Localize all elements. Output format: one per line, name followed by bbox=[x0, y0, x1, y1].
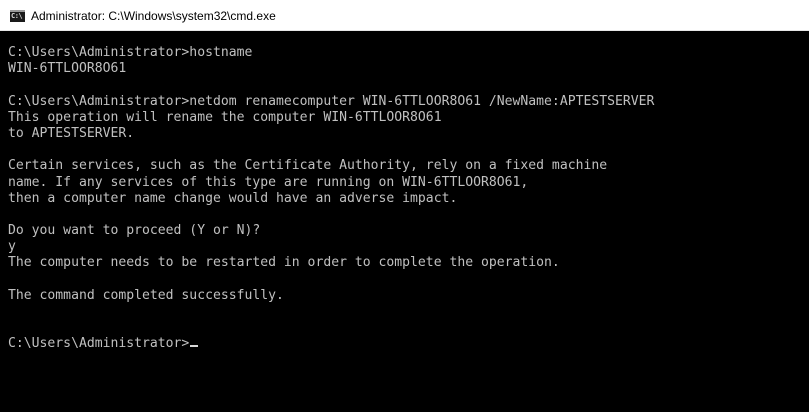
console-line: C:\Users\Administrator>netdom renamecomp… bbox=[8, 93, 655, 109]
console-line: The computer needs to be restarted in or… bbox=[8, 255, 560, 271]
cmd-icon[interactable]: C:\ bbox=[10, 10, 25, 22]
window-title: Administrator: C:\Windows\system32\cmd.e… bbox=[31, 9, 276, 23]
console-line: The command completed successfully. bbox=[8, 287, 284, 303]
console-line: then a computer name change would have a… bbox=[8, 190, 458, 206]
console-lines: C:\Users\Administrator>hostname WIN-6TTL… bbox=[8, 45, 654, 353]
console-line: WIN-6TTLOOR8O61 bbox=[8, 61, 127, 77]
text-cursor bbox=[190, 345, 199, 348]
console-output[interactable]: C:\Users\Administrator>hostname WIN-6TTL… bbox=[0, 31, 809, 412]
console-line: This operation will rename the computer … bbox=[8, 109, 442, 125]
cmd-window: C:\ Administrator: C:\Windows\system32\c… bbox=[0, 0, 809, 412]
console-line: name. If any services of this type are r… bbox=[8, 174, 529, 190]
prompt-text: C:\Users\Administrator> bbox=[8, 336, 190, 352]
console-line: C:\Users\Administrator>hostname bbox=[8, 45, 253, 60]
console-line: y bbox=[8, 239, 16, 255]
title-bar[interactable]: C:\ Administrator: C:\Windows\system32\c… bbox=[0, 0, 809, 31]
console-line: to APTESTSERVER. bbox=[8, 125, 135, 141]
console-line: Certain services, such as the Certificat… bbox=[8, 158, 608, 174]
prompt-line[interactable]: C:\Users\Administrator> bbox=[8, 336, 654, 352]
cmd-icon-glyph: C:\ bbox=[11, 12, 23, 20]
console-line: Do you want to proceed (Y or N)? bbox=[8, 223, 261, 239]
